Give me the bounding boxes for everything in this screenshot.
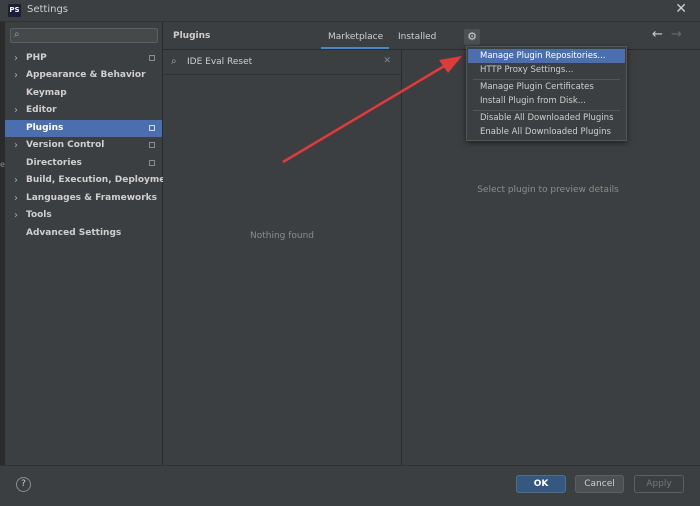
sidebar-item-editor[interactable]: › Editor <box>5 102 162 119</box>
cancel-button[interactable]: Cancel <box>575 475 624 493</box>
sidebar-item-label: Advanced Settings <box>26 228 122 238</box>
sidebar-item-label: Editor <box>26 105 57 115</box>
sidebar-item-directories[interactable]: Directories <box>5 155 162 172</box>
menu-item-manage-plugin-repositories[interactable]: Manage Plugin Repositories... <box>468 49 625 63</box>
menu-item-install-plugin-from-disk[interactable]: Install Plugin from Disk... <box>468 94 625 108</box>
chevron-right-icon[interactable]: › <box>14 190 18 207</box>
back-arrow-icon[interactable]: ← <box>652 27 663 42</box>
ok-button[interactable]: OK <box>516 475 566 493</box>
sidebar-item-build-execution-deployment[interactable]: › Build, Execution, Deployment <box>5 172 176 189</box>
apply-button[interactable]: Apply <box>634 475 684 493</box>
sidebar-item-label: Build, Execution, Deployment <box>26 175 177 185</box>
sidebar-item-appearance-behavior[interactable]: › Appearance & Behavior <box>5 67 162 84</box>
plugin-list-pane: ⌕ IDE Eval Reset ✕ Nothing found <box>163 50 401 465</box>
sidebar-item-keymap[interactable]: Keymap <box>5 85 162 102</box>
detail-placeholder-text: Select plugin to preview details <box>477 185 619 195</box>
tab-marketplace[interactable]: Marketplace <box>328 32 383 42</box>
chevron-right-icon[interactable]: › <box>14 207 18 224</box>
search-icon: ⌕ <box>171 56 177 67</box>
sidebar-item-label: Languages & Frameworks <box>26 193 158 203</box>
plugin-search-field[interactable]: ⌕ IDE Eval Reset ✕ <box>163 50 401 75</box>
dialog-footer: ? OK Cancel Apply <box>0 465 700 506</box>
sidebar-item-plugins[interactable]: Plugins <box>5 120 162 137</box>
sidebar-item-label: Appearance & Behavior <box>26 70 146 80</box>
plugin-search-value[interactable]: IDE Eval Reset <box>187 57 252 67</box>
search-icon: ⌕ <box>14 29 20 40</box>
project-scope-icon <box>149 142 155 148</box>
sidebar-item-tools[interactable]: › Tools <box>5 207 162 224</box>
sidebar-item-version-control[interactable]: › Version Control <box>5 137 162 154</box>
sidebar-item-label: Directories <box>26 158 82 168</box>
tab-installed[interactable]: Installed <box>398 32 436 42</box>
chevron-right-icon[interactable]: › <box>14 172 18 189</box>
settings-sidebar: ⌕ › PHP › Appearance & Behavior Keymap › Edito… <box>5 22 176 465</box>
forward-arrow-icon[interactable]: → <box>671 27 682 42</box>
menu-item-enable-all-downloaded[interactable]: Enable All Downloaded Plugins <box>468 125 625 139</box>
page-title: Plugins <box>173 31 211 41</box>
menu-item-disable-all-downloaded[interactable]: Disable All Downloaded Plugins <box>468 111 625 125</box>
project-scope-icon <box>149 125 155 131</box>
phpstorm-logo-icon: PS <box>8 4 21 17</box>
gear-icon[interactable]: ⚙ <box>464 29 480 45</box>
plugin-settings-menu: Manage Plugin Repositories... HTTP Proxy… <box>466 46 627 141</box>
sidebar-search-input[interactable]: ⌕ <box>10 28 158 43</box>
window-title: Settings <box>27 4 69 15</box>
sidebar-item-label: PHP <box>26 53 47 63</box>
sidebar-item-label: Version Control <box>26 140 105 150</box>
clear-search-icon[interactable]: ✕ <box>383 56 391 66</box>
sidebar-item-php[interactable]: › PHP <box>5 50 162 67</box>
chevron-right-icon[interactable]: › <box>14 102 18 119</box>
sidebar-item-advanced-settings[interactable]: Advanced Settings <box>5 225 162 242</box>
chevron-right-icon[interactable]: › <box>14 50 18 67</box>
project-scope-icon <box>149 55 155 61</box>
menu-item-http-proxy-settings[interactable]: HTTP Proxy Settings... <box>468 63 625 77</box>
menu-item-manage-plugin-certificates[interactable]: Manage Plugin Certificates <box>468 80 625 94</box>
sidebar-item-label: Keymap <box>26 88 67 98</box>
chevron-right-icon[interactable]: › <box>14 137 18 154</box>
empty-results-text: Nothing found <box>249 231 315 241</box>
close-icon[interactable]: ✕ <box>675 1 687 17</box>
sidebar-item-languages-frameworks[interactable]: › Languages & Frameworks <box>5 190 162 207</box>
help-icon[interactable]: ? <box>16 477 31 492</box>
project-scope-icon <box>149 160 155 166</box>
title-bar: PS Settings ✕ <box>0 0 700 22</box>
sidebar-item-label: Tools <box>26 210 52 220</box>
sidebar-item-label: Plugins <box>26 123 64 133</box>
chevron-right-icon[interactable]: › <box>14 67 18 84</box>
